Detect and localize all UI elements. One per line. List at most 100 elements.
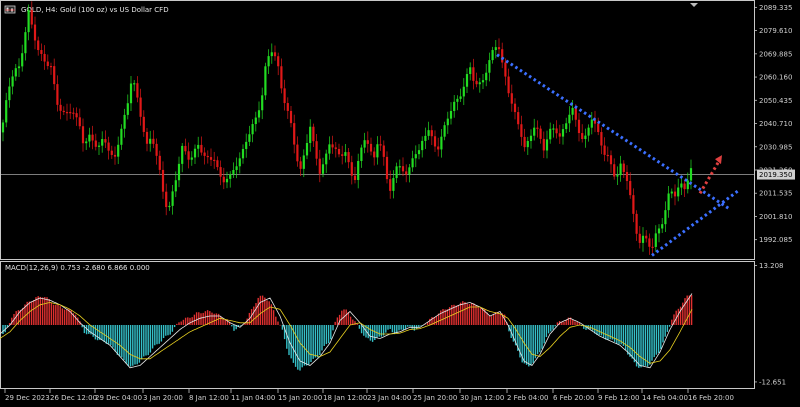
macd-histogram-bar — [33, 300, 35, 325]
candle-body — [584, 135, 587, 140]
macd-histogram-bar — [189, 317, 191, 325]
candle-body — [552, 128, 555, 130]
chart-shift-marker-icon[interactable] — [690, 3, 698, 7]
macd-histogram-bar — [123, 325, 125, 361]
macd-histogram-bar — [635, 325, 638, 367]
candle-body — [104, 139, 107, 143]
candle-body — [645, 235, 648, 239]
candle-body — [155, 143, 158, 156]
macd-histogram-bar — [316, 325, 319, 358]
candle-body — [206, 155, 209, 158]
candle-body — [81, 126, 85, 144]
macd-histogram-bar — [281, 325, 284, 330]
macd-histogram-bar — [477, 307, 479, 325]
macd-histogram-bar — [616, 325, 618, 344]
macd-histogram-bar — [633, 325, 636, 363]
x-tick-label: 16 Feb 20:00 — [688, 394, 734, 402]
macd-histogram-bar — [35, 297, 37, 325]
macd-histogram-bar — [165, 325, 167, 336]
macd-histogram-bar — [46, 297, 48, 325]
candle-body — [363, 140, 366, 148]
candle-body — [606, 154, 609, 157]
candle-body — [289, 110, 293, 124]
candle-body — [59, 104, 62, 111]
candle-body — [33, 24, 37, 41]
candle-body — [149, 138, 152, 144]
candle-body — [497, 47, 501, 50]
candle-body — [657, 228, 661, 234]
candle-body — [389, 179, 392, 191]
macd-histogram-bar — [407, 325, 409, 327]
candle-body — [145, 131, 149, 144]
macd-histogram-bar — [532, 325, 534, 363]
macd-histogram-bar — [660, 325, 662, 349]
macd-histogram-bar — [257, 297, 259, 325]
candle-body — [168, 205, 171, 208]
macd-histogram-bar — [107, 325, 110, 345]
candle-body — [126, 103, 129, 115]
candle-body — [459, 96, 462, 99]
candle-body — [619, 163, 622, 176]
candle-body — [478, 82, 481, 85]
candle-body — [517, 112, 520, 125]
macd-histogram-bar — [413, 325, 416, 331]
candle-body — [213, 159, 216, 162]
macd-histogram-bar — [440, 310, 442, 325]
candle-body — [667, 193, 670, 211]
chart-title: GOLD, H4: Gold (100 oz) vs US Dollar CFD — [21, 6, 169, 14]
candle-body — [280, 66, 283, 89]
candle-body — [46, 61, 49, 66]
macd-histogram-bar — [651, 325, 653, 361]
macd-histogram-bar — [299, 325, 301, 371]
candle-body — [181, 145, 184, 164]
macd-histogram-bar — [88, 325, 90, 334]
macd-histogram-bar — [224, 319, 226, 325]
x-tick-label: 23 Jan 04:00 — [367, 394, 411, 402]
macd-histogram-bar — [646, 325, 649, 367]
macd-histogram-bar — [349, 316, 352, 325]
candle-body — [421, 140, 424, 151]
macd-tick-label: -12.651 — [759, 378, 786, 386]
macd-histogram-bar — [162, 325, 165, 339]
candle-body — [254, 117, 257, 125]
macd-histogram-bar — [378, 325, 380, 337]
candle-body — [30, 9, 33, 25]
candle-body — [91, 134, 94, 141]
macd-histogram-bar — [171, 325, 174, 332]
candle-body — [661, 224, 664, 229]
macd-histogram-bar — [206, 310, 209, 325]
macd-histogram-bar — [222, 318, 224, 325]
macd-layer — [0, 293, 693, 371]
candle-body — [613, 164, 616, 177]
macd-histogram-bar — [360, 325, 363, 334]
candle-body — [680, 183, 683, 188]
candle-body — [481, 80, 485, 83]
macd-histogram-bar — [182, 319, 185, 325]
macd-histogram-bar — [233, 325, 235, 331]
macd-histogram-bar — [156, 325, 158, 345]
candle-body — [651, 246, 654, 248]
current-price-label: 2019.350 — [759, 171, 792, 179]
candle-body — [113, 154, 117, 157]
candle-body — [360, 147, 363, 161]
macd-histogram-bar — [200, 313, 202, 325]
candle-body — [331, 144, 334, 148]
macd-histogram-bar — [63, 309, 66, 325]
macd-histogram-bar — [127, 325, 130, 367]
candle-body — [197, 144, 200, 149]
price-tick-label: 2069.885 — [759, 50, 792, 58]
candle-body — [270, 52, 273, 57]
macd-histogram-bar — [105, 325, 108, 344]
candle-body — [398, 166, 401, 168]
macd-histogram-bar — [609, 325, 611, 340]
candle-body — [357, 160, 360, 181]
x-tick-label: 9 Feb 12:00 — [598, 394, 639, 402]
candle-body — [526, 141, 529, 148]
macd-histogram-bar — [178, 322, 180, 325]
candle-body — [350, 162, 353, 176]
candle-body — [184, 145, 187, 152]
candle-body — [635, 213, 638, 234]
macd-histogram-bar — [39, 296, 42, 325]
candle-body — [513, 103, 517, 113]
macd-histogram-bar — [149, 325, 152, 353]
